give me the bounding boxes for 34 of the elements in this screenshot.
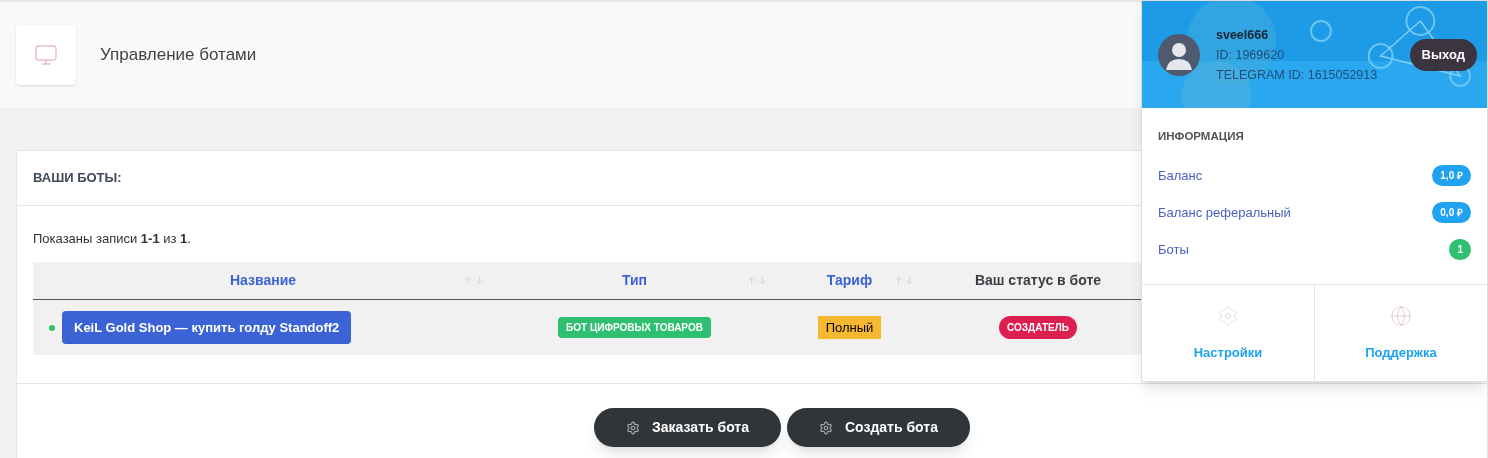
count-badge: 0,0 ₽: [1432, 202, 1471, 224]
column-header[interactable]: Название: [229, 270, 297, 291]
settings-icon: [1217, 304, 1239, 327]
sort-icon[interactable]: [746, 275, 768, 286]
tariff-tag: Полный: [817, 315, 882, 340]
column-header: Ваш статус в боте: [974, 271, 1102, 290]
user-id: ID: 1969620: [1216, 46, 1286, 64]
column-header[interactable]: Тариф: [826, 270, 873, 291]
avatar-icon: [1158, 33, 1200, 76]
bot-name-link[interactable]: KeiL Gold Shop — купить голду Standoff2: [62, 311, 352, 344]
telegram-id: TELEGRAM ID: 1615052913: [1216, 66, 1378, 84]
info-link[interactable]: Баланс: [1158, 166, 1203, 186]
page-title: Управление ботами: [100, 44, 257, 67]
column-header[interactable]: Тип: [621, 270, 648, 291]
tile-label: Поддержка: [1365, 343, 1437, 362]
info-link[interactable]: Баланс реферальный: [1158, 203, 1291, 223]
gear-icon: [626, 420, 641, 435]
card-title: ВАШИ БОТЫ:: [33, 169, 122, 188]
globe-icon: [1390, 304, 1412, 327]
username: sveel666: [1216, 26, 1270, 44]
role-tag: СОЗДАТЕЛЬ: [999, 316, 1077, 339]
sort-icon[interactable]: [463, 275, 485, 286]
gear-icon: [819, 420, 833, 435]
action-button[interactable]: Заказать бота: [594, 408, 781, 447]
type-tag: БОТ ЦИФРОВЫХ ТОВАРОВ: [558, 317, 711, 338]
count-badge: 1,0 ₽: [1432, 165, 1471, 187]
action-button[interactable]: Создать бота: [787, 408, 970, 447]
section-title: ИНФОРМАЦИЯ: [1158, 129, 1245, 144]
tile-label: Настройки: [1193, 343, 1263, 362]
count-badge: 1: [1449, 239, 1471, 261]
records-summary: Показаны записи 1-1 из 1.: [33, 231, 191, 246]
sort-icon[interactable]: [893, 275, 915, 286]
monitor-icon: [16, 25, 76, 85]
info-link[interactable]: Боты: [1158, 240, 1189, 260]
